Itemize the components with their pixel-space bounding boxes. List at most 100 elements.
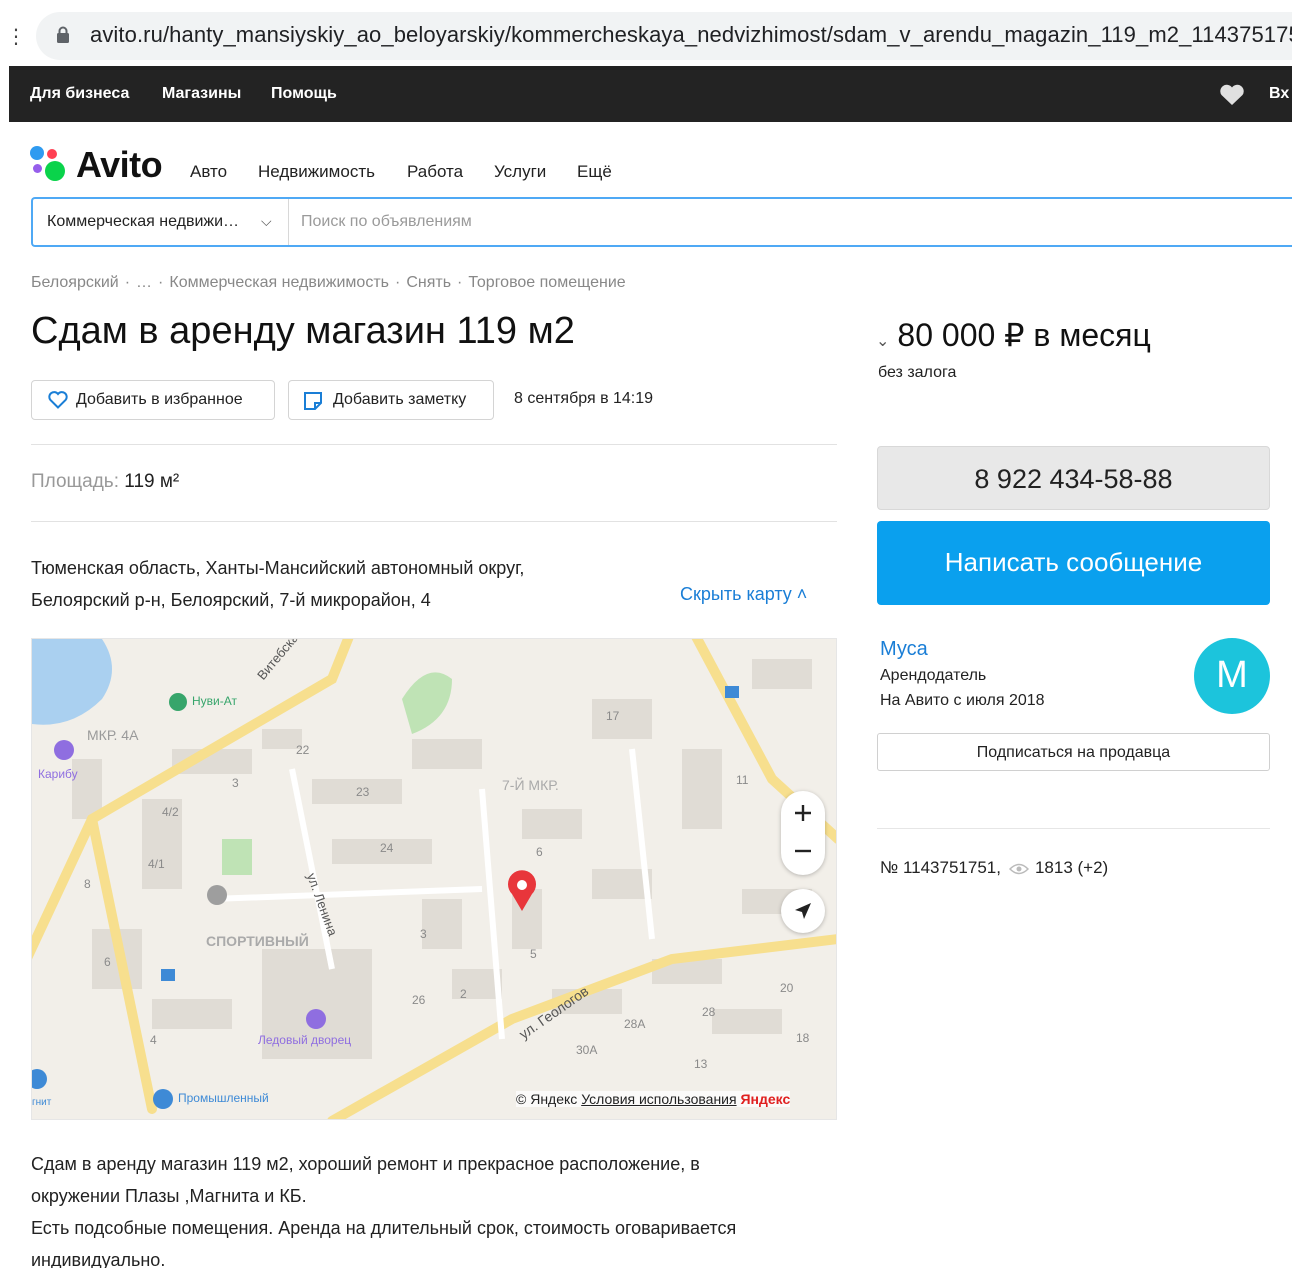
map-house-number: 4/1	[148, 857, 165, 871]
geolocation-arrow-icon	[795, 903, 811, 919]
map-label-karibu: Карибу	[38, 767, 78, 781]
map-house-number: 6	[104, 955, 111, 969]
search-category-select[interactable]: Коммерческая недвижи… ⌵	[33, 199, 289, 245]
browser-address-bar: ⋮ avito.ru/hanty_mansiyskiy_ao_beloyarsk…	[0, 0, 1292, 66]
map-house-number: 30А	[576, 1043, 598, 1057]
map-house-number: 6	[536, 845, 543, 859]
seller-role: Арендодатель	[880, 667, 987, 684]
map-canvas	[32, 639, 836, 1119]
search-category-label: Коммерческая недвижи…	[47, 213, 240, 230]
write-message-button[interactable]: Написать сообщение	[877, 521, 1270, 605]
yandex-logo[interactable]: Яндекс	[740, 1091, 790, 1107]
map-label-prom: Промышленный	[178, 1091, 269, 1105]
breadcrumb-retail[interactable]: Торговое помещение	[468, 274, 625, 291]
price: ⌄ 80 000 ₽ в месяц	[876, 316, 1151, 354]
description-line: окружении Плазы ,Магнита и КБ.	[31, 1186, 307, 1206]
breadcrumb-ellipsis[interactable]: …	[136, 274, 152, 291]
logo-dot-red	[47, 149, 57, 159]
favorites-heart-icon[interactable]	[1219, 84, 1245, 106]
map-house-number: 17	[606, 709, 620, 723]
area-label: Площадь:	[31, 471, 119, 492]
nav-business-link[interactable]: Для бизнеса	[30, 85, 129, 103]
map-label-gnit: гнит	[32, 1097, 52, 1108]
address-line: Белоярский р-н, Белоярский, 7-й микрорай…	[31, 590, 431, 610]
listing-address: Тюменская область, Ханты-Мансийский авто…	[31, 552, 651, 616]
map-house-number: 18	[796, 1031, 810, 1045]
map-label-ice-palace: Ледовый дворец	[258, 1033, 352, 1047]
heart-outline-icon	[48, 391, 68, 409]
map-label-nuvi: Нуви-Ат	[192, 694, 237, 708]
add-to-favorites-label: Добавить в избранное	[76, 391, 243, 408]
price-value: 80 000 ₽ в месяц	[897, 317, 1151, 353]
logo-dot-blue	[30, 146, 44, 160]
nav-shops-link[interactable]: Магазины	[162, 85, 241, 103]
url-text[interactable]: avito.ru/hanty_mansiyskiy_ao_beloyarskiy…	[90, 22, 1292, 48]
map-house-number: 22	[296, 743, 310, 757]
address-line: Тюменская область, Ханты-Мансийский авто…	[31, 558, 525, 578]
map-footer: © Яндекс Условия использования Яндекс	[516, 1091, 791, 1107]
map-house-number: 24	[380, 841, 394, 855]
map-house-number: 5	[530, 947, 537, 961]
description-line: Есть подсобные помещения. Аренда на длит…	[31, 1218, 737, 1238]
menu-dots-icon[interactable]: ⋮	[6, 24, 26, 49]
breadcrumb-rent[interactable]: Снять	[406, 274, 451, 291]
map-terms-link[interactable]: Условия использования	[581, 1091, 736, 1107]
add-note-button[interactable]: Добавить заметку	[288, 380, 494, 420]
avito-logo[interactable]: Avito	[30, 144, 170, 185]
listing-date: 8 сентября в 14:19	[514, 390, 654, 407]
map-label-mkr4a: МКР. 4А	[87, 727, 139, 743]
breadcrumb: Белоярский ·… · Коммерческая недвижимость · С…	[31, 274, 626, 291]
views-count: 1813 (+2)	[1034, 858, 1109, 877]
map-house-number: 3	[232, 776, 239, 790]
map-house-number: 20	[780, 981, 794, 995]
listing-description: Сдам в аренду магазин 119 м2, хороший ре…	[31, 1148, 841, 1268]
zoom-in-icon[interactable]	[793, 803, 813, 823]
map-label-mkr7: 7-Й МКР.	[502, 777, 559, 793]
map-house-number: 3	[420, 927, 427, 941]
category-jobs[interactable]: Работа	[407, 162, 463, 182]
chevron-down-icon[interactable]: ⌄	[876, 333, 889, 350]
map-label-sport: СПОРТИВНЫЙ	[206, 933, 309, 949]
category-services[interactable]: Услуги	[494, 162, 546, 182]
ad-number: № 1143751751,	[880, 858, 1001, 877]
area-value: 119 м²	[124, 471, 180, 492]
logo-dot-purple	[33, 164, 42, 173]
avatar[interactable]: М	[1194, 638, 1270, 714]
divider	[877, 828, 1270, 829]
lock-icon	[57, 26, 69, 43]
map-copyright: © Яндекс	[516, 1091, 578, 1107]
search-input[interactable]	[301, 210, 1201, 234]
login-link[interactable]: Вх	[1269, 85, 1289, 103]
breadcrumb-beloyarsky[interactable]: Белоярский	[31, 274, 119, 291]
ad-stats: № 1143751751, 1813 (+2)	[880, 858, 1108, 878]
map-house-number: 11	[736, 773, 749, 787]
category-realty[interactable]: Недвижимость	[258, 162, 375, 182]
note-icon	[304, 392, 322, 410]
nav-help-link[interactable]: Помощь	[271, 85, 337, 103]
hide-map-link[interactable]: Скрыть карту ˄	[680, 584, 807, 605]
map-house-number: 2	[460, 987, 467, 1001]
seller-name-link[interactable]: Муса	[880, 638, 928, 661]
zoom-out-icon[interactable]	[793, 841, 813, 861]
add-to-favorites-button[interactable]: Добавить в избранное	[31, 380, 275, 420]
category-auto[interactable]: Авто	[190, 162, 227, 182]
logo-dot-green	[45, 161, 65, 181]
views-eye-icon	[1008, 863, 1029, 874]
search-bar: Коммерческая недвижи… ⌵	[31, 197, 1292, 247]
description-line: индивидуально.	[31, 1250, 166, 1268]
subscribe-seller-button[interactable]: Подписаться на продавца	[877, 733, 1270, 771]
category-more[interactable]: Ещё	[577, 162, 612, 182]
show-phone-button[interactable]: 8 922 434-58-88	[877, 446, 1270, 510]
breadcrumb-commercial[interactable]: Коммерческая недвижимость	[169, 274, 389, 291]
map-house-number: 13	[694, 1057, 708, 1071]
map-house-number: 4/2	[162, 805, 179, 819]
map-house-number: 26	[412, 993, 426, 1007]
listing-title: Сдам в аренду магазин 119 м2	[31, 310, 575, 352]
deposit-info: без залога	[878, 364, 957, 381]
top-navigation: Для бизнеса Магазины Помощь Вх	[9, 66, 1292, 122]
add-note-label: Добавить заметку	[333, 391, 467, 408]
logo-text: Avito	[76, 144, 163, 185]
divider	[31, 521, 837, 522]
location-map[interactable]: Нуви-Ат МКР. 4А Карибу Витебская ул. 7-Й…	[31, 638, 837, 1120]
map-house-number: 8	[84, 877, 91, 891]
